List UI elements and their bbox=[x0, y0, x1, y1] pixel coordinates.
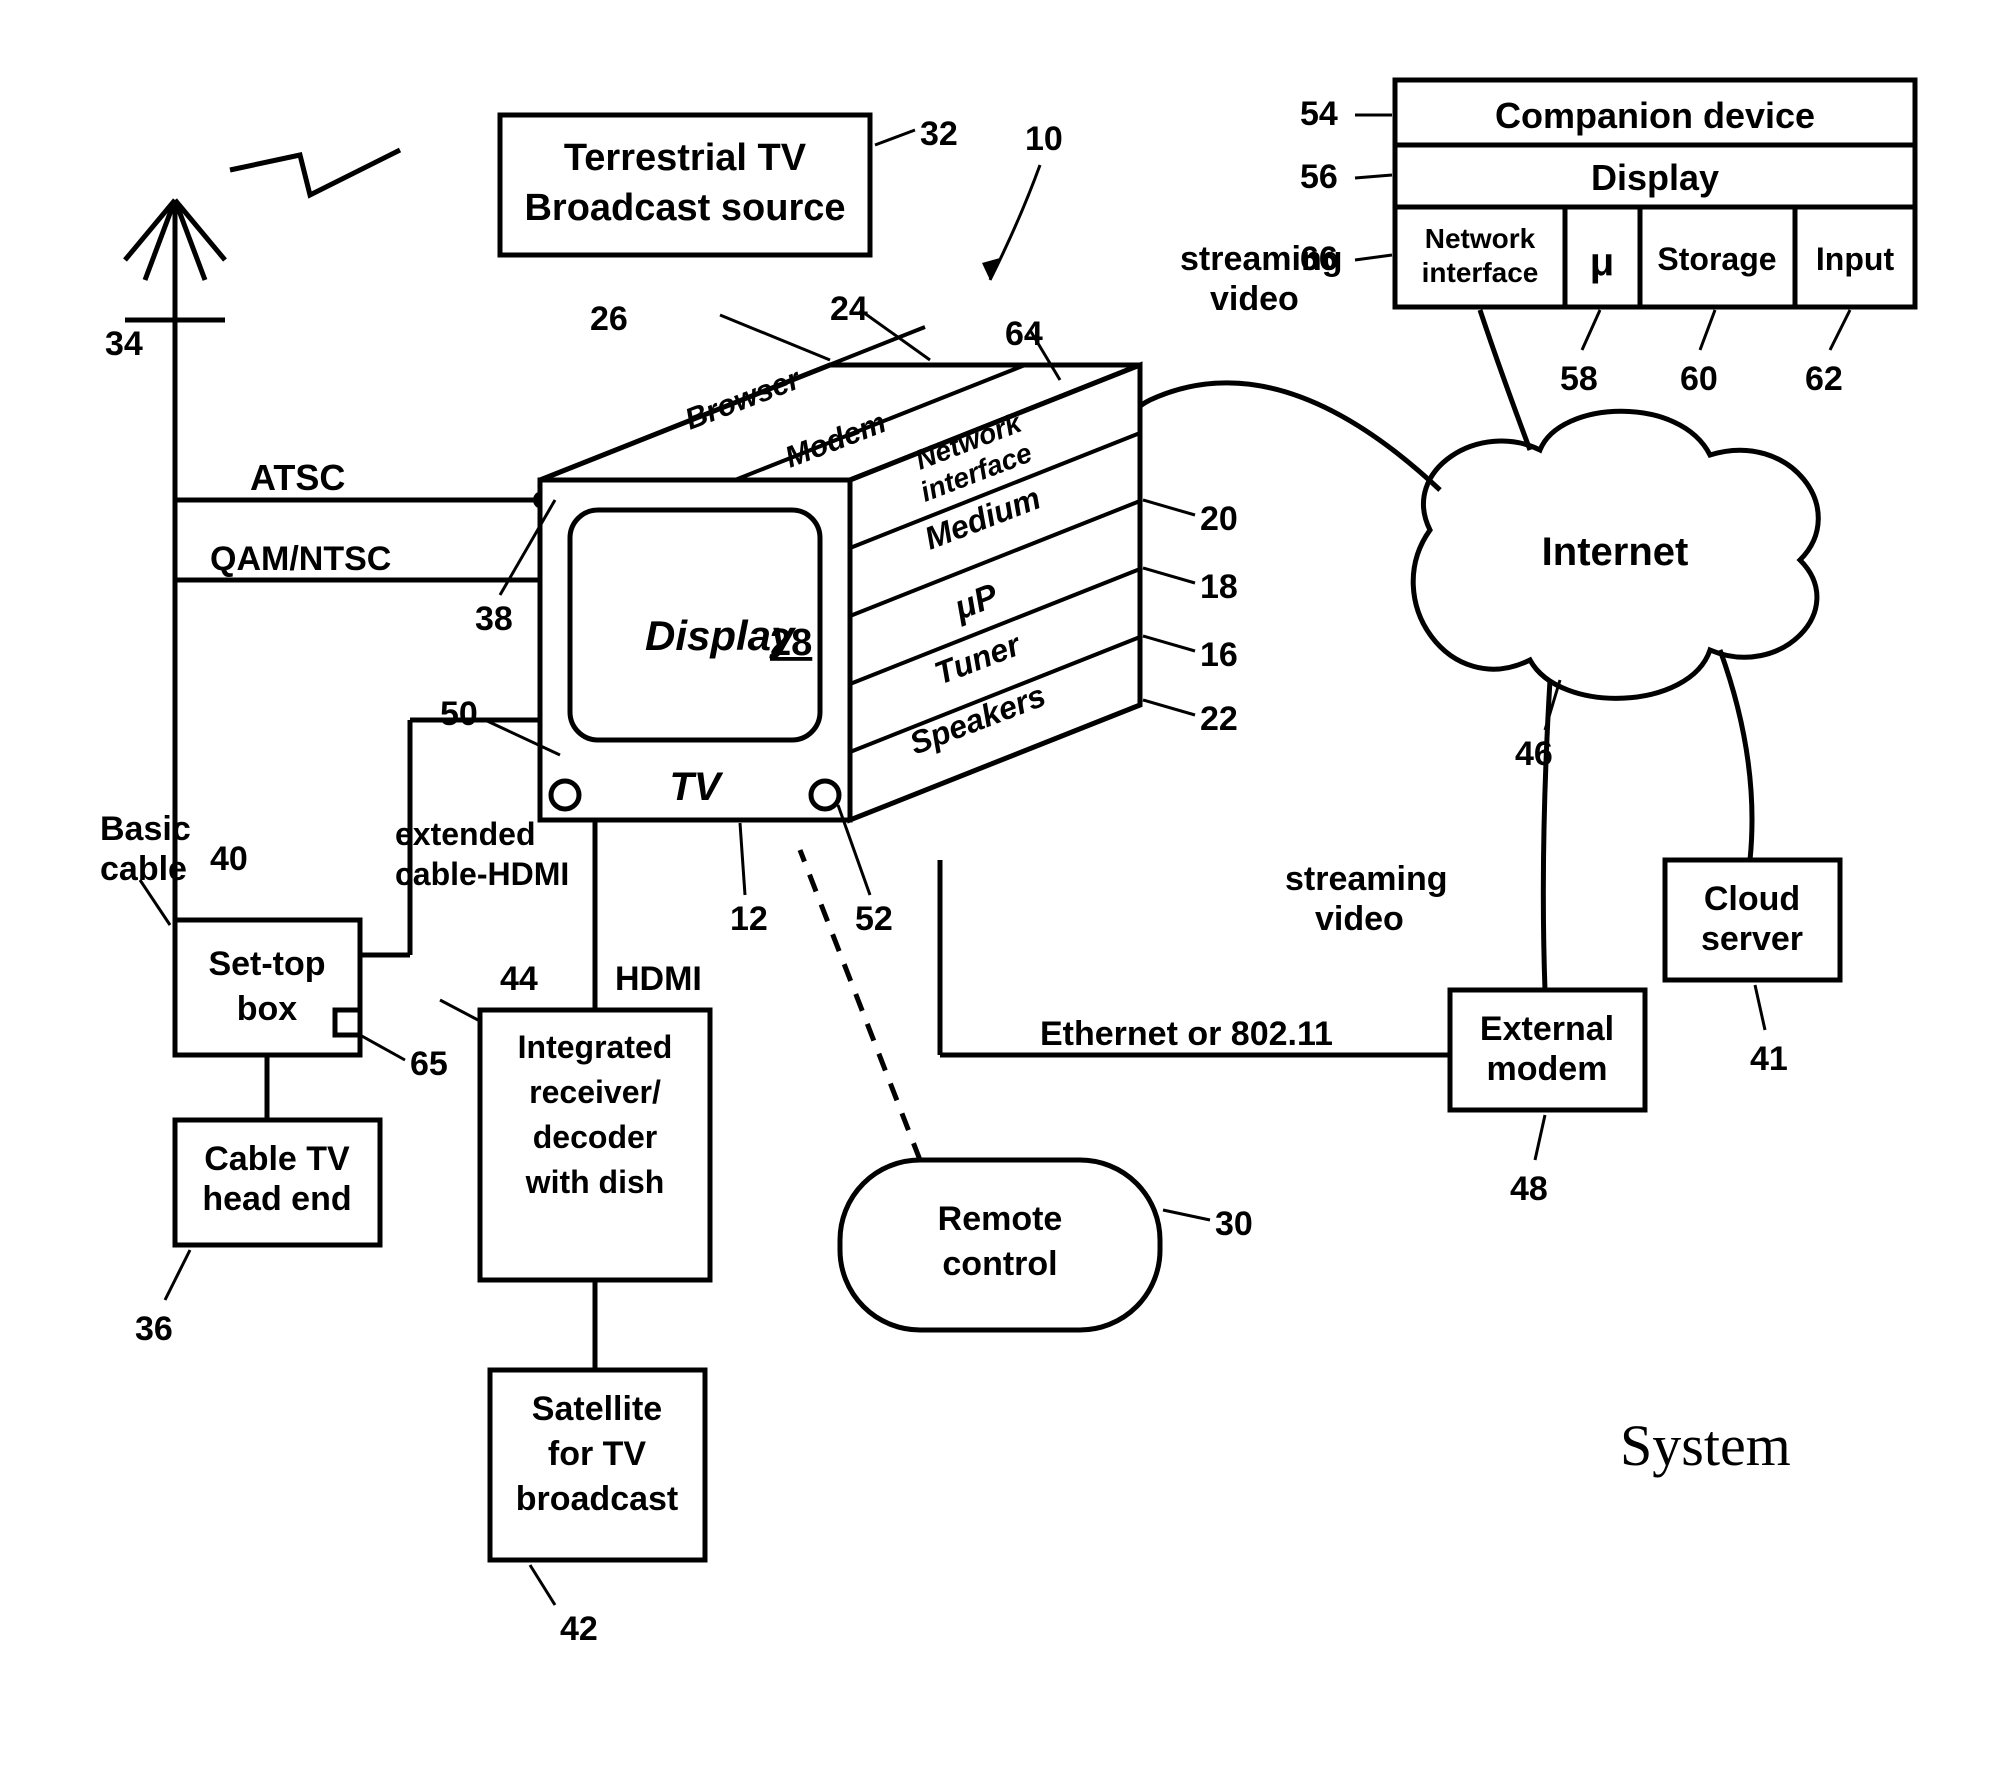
ird-l2: receiver/ bbox=[529, 1074, 661, 1110]
companion-device: Companion device Display Network interfa… bbox=[1395, 80, 1915, 307]
terrestrial-line1: Terrestrial TV bbox=[564, 137, 807, 179]
sat-l1: Satellite bbox=[532, 1390, 662, 1428]
remote-l1: Remote bbox=[938, 1200, 1063, 1238]
ref-30: 30 bbox=[1215, 1205, 1253, 1243]
comp-net-l2: interface bbox=[1422, 257, 1539, 288]
settop-box bbox=[175, 920, 360, 1055]
ref-16: 16 bbox=[1200, 636, 1238, 674]
basic-cable-l2: cable bbox=[100, 850, 187, 888]
remote-l2: control bbox=[942, 1245, 1057, 1283]
cablehead-l1: Cable TV bbox=[204, 1140, 350, 1178]
ref-36: 36 bbox=[135, 1310, 173, 1348]
ref-12: 12 bbox=[730, 900, 768, 938]
ref-50: 50 bbox=[440, 695, 478, 733]
ref-10: 10 bbox=[1025, 120, 1063, 158]
ref-65: 65 bbox=[410, 1045, 448, 1083]
ethernet-label: Ethernet or 802.11 bbox=[1040, 1015, 1333, 1053]
stream1-l2: video bbox=[1210, 280, 1299, 318]
extmod-l1: External bbox=[1480, 1010, 1614, 1048]
companion-title: Companion device bbox=[1495, 95, 1815, 136]
tv-label: TV bbox=[669, 765, 723, 809]
ref-42: 42 bbox=[560, 1610, 598, 1648]
ref-26: 26 bbox=[590, 300, 628, 338]
remote-control: Remote control bbox=[840, 1160, 1160, 1330]
ref-58: 58 bbox=[1560, 360, 1598, 398]
ref-64: 64 bbox=[1005, 315, 1043, 353]
ref-18: 18 bbox=[1200, 568, 1238, 606]
ref-34: 34 bbox=[105, 325, 143, 363]
terrestrial-line2: Broadcast source bbox=[524, 187, 845, 229]
system-diagram: 34 Terrestrial TV Broadcast source 32 10… bbox=[0, 0, 1998, 1785]
ref-41: 41 bbox=[1750, 1040, 1788, 1078]
ref-40: 40 bbox=[210, 840, 248, 878]
ref-32: 32 bbox=[920, 115, 958, 153]
ref-54: 54 bbox=[1300, 95, 1338, 133]
ref-24: 24 bbox=[830, 290, 868, 328]
ref-38: 38 bbox=[475, 600, 513, 638]
companion-display: Display bbox=[1591, 157, 1719, 198]
tv-box: Display 28 TV Browser Modem Network inte… bbox=[540, 327, 1140, 820]
ird-l4: with dish bbox=[525, 1164, 665, 1200]
basic-cable-l1: Basic bbox=[100, 810, 191, 848]
antenna-icon bbox=[125, 150, 400, 320]
diagram-title: System bbox=[1620, 1413, 1791, 1478]
extcable-l2: cable-HDMI bbox=[395, 856, 569, 892]
ref-44: 44 bbox=[500, 960, 538, 998]
cablehead-l2: head end bbox=[202, 1180, 351, 1218]
settop-l1: Set-top bbox=[208, 945, 325, 983]
extcable-l1: extended bbox=[395, 816, 535, 852]
comp-net-l1: Network bbox=[1425, 223, 1536, 254]
tv-display-num: 28 bbox=[770, 622, 812, 664]
ref-52: 52 bbox=[855, 900, 893, 938]
ref-62: 62 bbox=[1805, 360, 1843, 398]
ird-l3: decoder bbox=[533, 1119, 657, 1155]
ref-56: 56 bbox=[1300, 158, 1338, 196]
sat-l3: broadcast bbox=[516, 1480, 679, 1518]
ref-48: 48 bbox=[1510, 1170, 1548, 1208]
comp-mu: μ bbox=[1590, 240, 1614, 284]
internet-cloud: Internet bbox=[1413, 411, 1818, 698]
comp-storage: Storage bbox=[1657, 241, 1776, 277]
atsc-label: ATSC bbox=[250, 457, 345, 498]
comp-input: Input bbox=[1816, 241, 1895, 277]
hdmi-label: HDMI bbox=[615, 960, 702, 998]
ref-20: 20 bbox=[1200, 500, 1238, 538]
sat-l2: for TV bbox=[548, 1435, 647, 1473]
stream2-l2: video bbox=[1315, 900, 1404, 938]
cloud-l1: Cloud bbox=[1704, 880, 1800, 918]
extmod-l2: modem bbox=[1487, 1050, 1608, 1088]
terrestrial-box bbox=[500, 115, 870, 255]
cloud-l2: server bbox=[1701, 920, 1803, 958]
stream2-l1: streaming bbox=[1285, 860, 1448, 898]
stream1-l1: streaming bbox=[1180, 240, 1343, 278]
ref-22: 22 bbox=[1200, 700, 1238, 738]
ird-l1: Integrated bbox=[518, 1029, 673, 1065]
internet-label: Internet bbox=[1542, 530, 1689, 574]
ref-60: 60 bbox=[1680, 360, 1718, 398]
settop-l2: box bbox=[237, 990, 298, 1028]
qam-label: QAM/NTSC bbox=[210, 540, 391, 578]
